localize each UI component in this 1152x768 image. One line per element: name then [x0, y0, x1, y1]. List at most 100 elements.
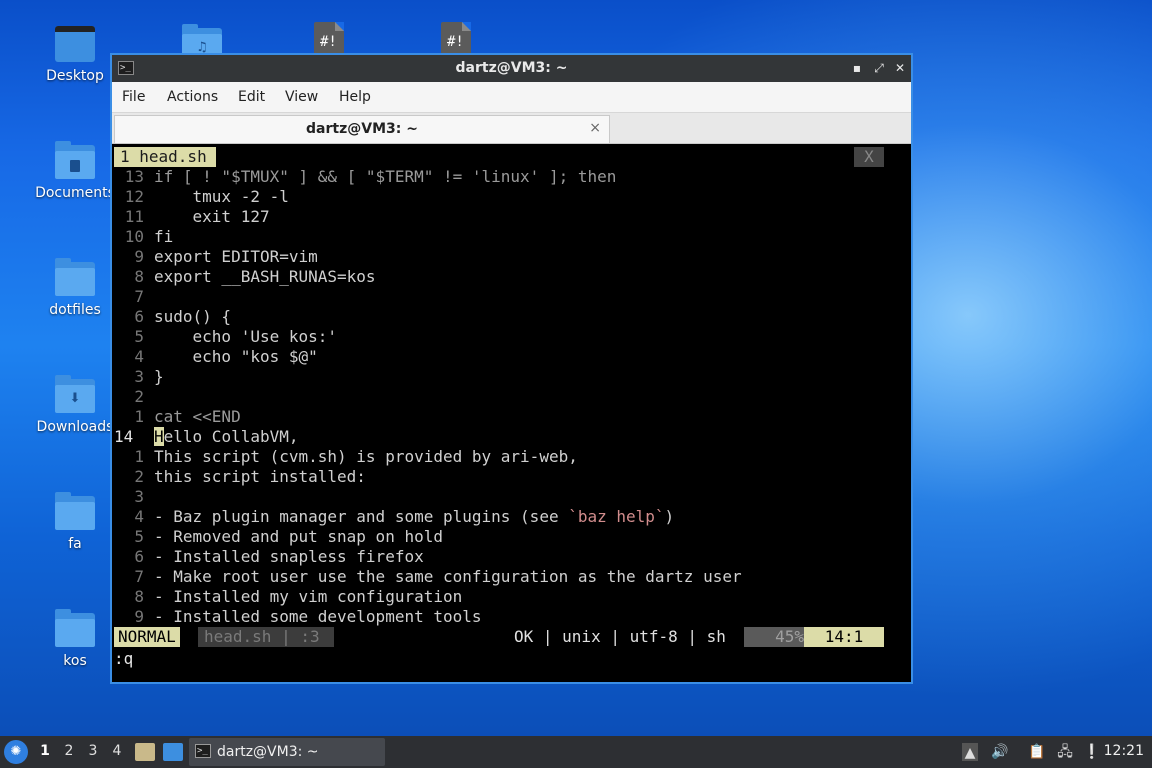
vim-buffer-close[interactable]: X	[854, 147, 884, 167]
line-number: 14	[114, 427, 134, 446]
line-number: 6	[134, 307, 144, 326]
volume-icon[interactable]: 🔊	[990, 742, 1010, 762]
taskbar-task-label: dartz@VM3: ~	[217, 744, 319, 760]
line-number: 9	[134, 607, 144, 626]
line-text: - Make root user use the same configurat…	[154, 567, 742, 586]
minimize-icon[interactable]: ▪	[849, 59, 865, 77]
line-text: sudo() {	[154, 307, 232, 326]
vim-mode: NORMAL	[114, 627, 180, 647]
line-number: 13	[124, 167, 144, 186]
download-arrow-icon: ⬇	[69, 391, 81, 406]
line-text: export EDITOR=vim	[154, 247, 318, 266]
maximize-icon[interactable]: ⤢	[871, 59, 887, 77]
tab-terminal[interactable]: dartz@VM3: ~ ×	[114, 115, 610, 143]
inline-code: `baz help`	[568, 507, 665, 526]
vim-command-line[interactable]: :q	[114, 649, 133, 669]
desktop-icon-desktop[interactable]: Desktop	[35, 24, 115, 84]
line-number: 2	[134, 467, 144, 486]
line-number: 7	[134, 287, 144, 306]
window-titlebar[interactable]: >_ dartz@VM3: ~ ▪ ⤢ ✕	[112, 55, 911, 82]
close-icon[interactable]: ✕	[892, 59, 908, 77]
desktop-icon-label: fa	[68, 536, 82, 552]
line-text: - Installed my vim configuration	[154, 587, 463, 606]
folder-downloads-icon: ⬇	[55, 375, 95, 415]
line-text: exit 127	[154, 207, 270, 226]
vim-statusline: NORMAL head.sh | :3 OK | unix | utf-8 | …	[114, 627, 884, 647]
line-number: 10	[124, 227, 144, 246]
show-desktop-icon[interactable]	[163, 743, 183, 761]
line-number: 11	[124, 207, 144, 226]
vim-status-percent: 45%	[744, 627, 804, 647]
vim-status-info: OK | unix | utf-8 | sh	[514, 627, 726, 646]
line-text: echo "kos $@"	[154, 347, 318, 366]
clock: 12:21	[1103, 743, 1144, 759]
workspace-2[interactable]: 2	[59, 743, 79, 759]
clipboard-icon[interactable]: 📋	[1027, 742, 1047, 762]
desktop-icon-label: Documents	[35, 185, 115, 201]
terminal-body[interactable]: 1 head.sh X 13 if [ ! "$TMUX" ] && [ "$TE…	[112, 146, 911, 682]
workspace-3[interactable]: 3	[83, 743, 103, 759]
folder-icon	[55, 492, 95, 532]
desktop-icon-label: Desktop	[46, 68, 104, 84]
folder-icon	[55, 609, 95, 649]
line-text: }	[154, 367, 164, 386]
line-number: 12	[124, 187, 144, 206]
taskbar: ✺ 1 2 3 4 >_ dartz@VM3: ~ ▲ 🔊 📋 🖧 ❕ 12:2…	[0, 736, 1152, 768]
line-number: 2	[134, 387, 144, 406]
desktop-icon-label: dotfiles	[49, 302, 101, 318]
line-number: 5	[134, 327, 144, 346]
start-menu-icon[interactable]: ✺	[4, 740, 28, 764]
window-title: dartz@VM3: ~	[455, 60, 568, 76]
folder-icon	[55, 258, 95, 298]
line-text: - Baz plugin manager and some plugins (s…	[154, 507, 675, 526]
line-number: 8	[134, 267, 144, 286]
line-number: 4	[134, 347, 144, 366]
desktop-icon-kos[interactable]: kos	[35, 609, 115, 669]
vim-buffer-tab[interactable]: 1 head.sh	[114, 147, 216, 167]
desktop-icon-downloads[interactable]: ⬇ Downloads	[35, 375, 115, 435]
line-text: - Installed snapless firefox	[154, 547, 424, 566]
taskbar-task-terminal[interactable]: >_ dartz@VM3: ~	[189, 738, 385, 766]
folder-desktop-icon	[55, 24, 95, 64]
menu-edit[interactable]: Edit	[238, 89, 265, 105]
folder-documents-icon	[55, 141, 95, 181]
line-text: Hello CollabVM,	[154, 427, 299, 446]
desktop-icon-fa[interactable]: fa	[35, 492, 115, 552]
text-cursor: H	[154, 427, 164, 446]
file-manager-icon[interactable]	[135, 743, 155, 761]
line-number: 3	[134, 367, 144, 386]
line-text: export __BASH_RUNAS=kos	[154, 267, 376, 286]
line-text: - Removed and put snap on hold	[154, 527, 443, 546]
menu-file[interactable]: File	[122, 89, 145, 105]
menu-view[interactable]: View	[285, 89, 318, 105]
line-text: - Installed some development tools	[154, 607, 482, 626]
line-text: This script (cvm.sh) is provided by ari-…	[154, 447, 578, 466]
desktop-icon-documents[interactable]: Documents	[35, 141, 115, 201]
tab-close-icon[interactable]: ×	[589, 120, 601, 136]
tab-label: dartz@VM3: ~	[306, 121, 418, 137]
line-number: 9	[134, 247, 144, 266]
workspace-1[interactable]: 1	[35, 743, 55, 759]
workspace-4[interactable]: 4	[107, 743, 127, 759]
desktop-icon-dotfiles[interactable]: dotfiles	[35, 258, 115, 318]
vim-status-position: 14:1	[804, 627, 884, 647]
tray-up-arrow-icon[interactable]: ▲	[962, 743, 978, 761]
network-icon[interactable]: 🖧	[1055, 742, 1075, 762]
vim-status-file: head.sh | :3	[198, 627, 334, 647]
desktop-icon-label: kos	[63, 653, 87, 669]
line-number: 1	[134, 407, 144, 426]
line-number: 7	[134, 567, 144, 586]
menu-actions[interactable]: Actions	[167, 89, 218, 105]
line-number: 4	[134, 507, 144, 526]
line-text: if [ ! "$TMUX" ] && [ "$TERM" != 'linux'…	[154, 167, 617, 186]
desktop-icon-label: Downloads	[36, 419, 114, 435]
line-number: 8	[134, 587, 144, 606]
terminal-window[interactable]: >_ dartz@VM3: ~ ▪ ⤢ ✕ File Actions Edit …	[110, 53, 913, 684]
line-number: 6	[134, 547, 144, 566]
line-number: 3	[134, 487, 144, 506]
line-text: this script installed:	[154, 467, 366, 486]
menu-help[interactable]: Help	[339, 89, 371, 105]
notification-icon[interactable]: ❕	[1082, 742, 1102, 762]
terminal-app-icon: >_	[195, 744, 211, 758]
line-number: 1	[134, 447, 144, 466]
